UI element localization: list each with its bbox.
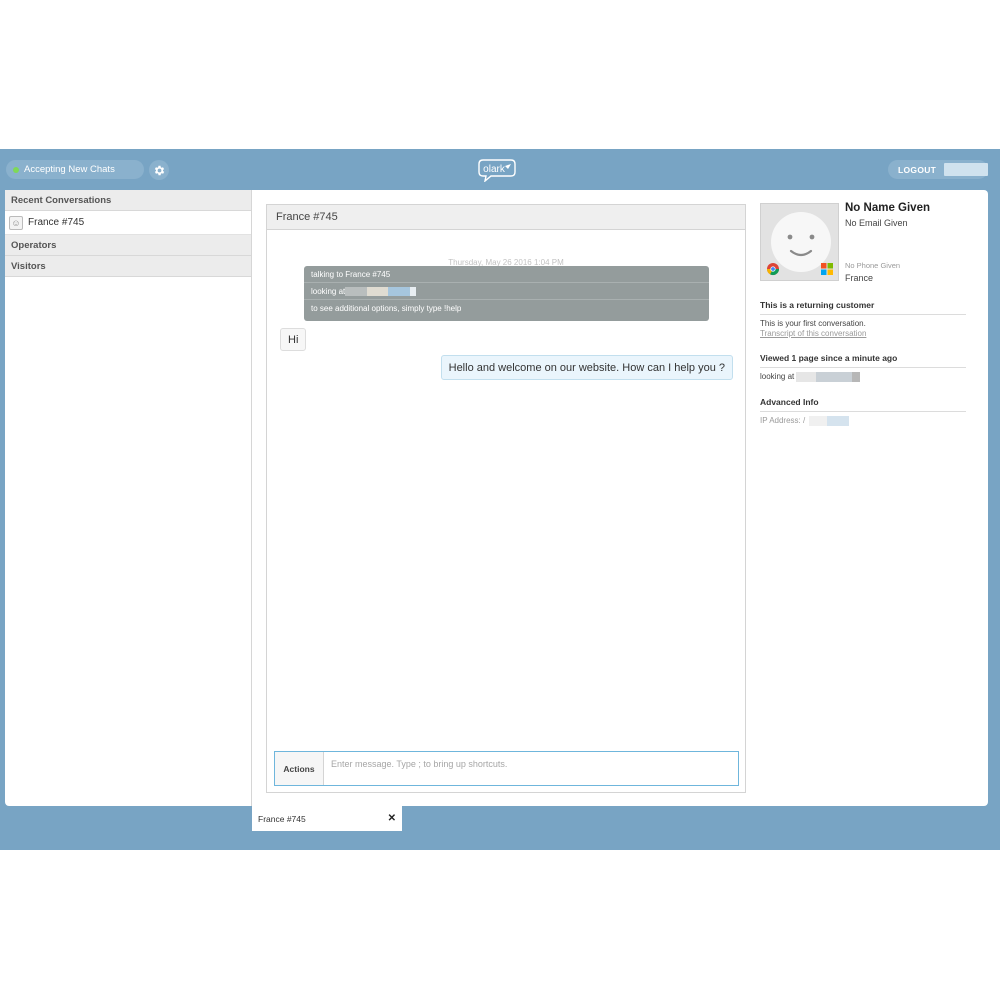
system-line-looking-at: looking at xyxy=(304,283,709,300)
looking-at-text: looking at xyxy=(311,286,346,296)
options-hint-text: to see additional options, simply type !… xyxy=(311,304,462,313)
redacted-ip xyxy=(827,416,850,426)
logout-label: LOGOUT xyxy=(898,164,937,175)
minimized-chat-tab[interactable]: France #745 ✕ xyxy=(252,806,402,831)
redacted-url xyxy=(388,286,411,296)
visitor-country: France xyxy=(845,273,874,283)
pages-viewed-section: Viewed 1 page since a minute ago looking… xyxy=(760,353,966,382)
status-label: Accepting New Chats xyxy=(24,164,115,175)
redacted-url xyxy=(345,286,368,296)
visitor-email: No Email Given xyxy=(845,218,908,228)
chat-title: France #745 xyxy=(267,205,745,230)
incoming-message: Hi xyxy=(280,328,307,351)
first-conversation-text: This is your first conversation. xyxy=(760,319,866,328)
outgoing-message: Hello and welcome on our website. How ca… xyxy=(440,355,733,380)
system-line-talking-to: talking to France #745 xyxy=(304,266,709,283)
advanced-info-section: Advanced Info IP Address: / xyxy=(760,397,966,426)
system-info-block: talking to France #745 looking at to see… xyxy=(304,266,709,321)
chrome-browser-icon xyxy=(767,263,779,276)
actions-button[interactable]: Actions xyxy=(275,752,324,785)
sidebar-item-conversation[interactable]: ☺ France #745 xyxy=(5,211,251,235)
sidebar-header-operators[interactable]: Operators xyxy=(5,235,251,256)
status-toggle[interactable]: Accepting New Chats xyxy=(6,160,144,179)
olark-logo: olark xyxy=(477,158,517,183)
logo-text: olark xyxy=(483,164,506,175)
redacted-url xyxy=(410,286,417,296)
sidebar: Recent Conversations ☺ France #745 Opera… xyxy=(5,190,252,806)
redacted-url xyxy=(796,372,817,382)
logout-button[interactable]: LOGOUT xyxy=(888,160,988,179)
redacted-url xyxy=(852,372,861,382)
talking-to-text: talking to France #745 xyxy=(311,269,391,279)
message-input[interactable] xyxy=(324,757,738,771)
smiley-avatar-icon: ☺ xyxy=(9,215,23,230)
visitor-name: No Name Given xyxy=(845,202,930,214)
conversation-label: France #745 xyxy=(28,217,85,228)
chat-tab-label: France #745 xyxy=(258,813,306,824)
sidebar-header-recent-conversations[interactable]: Recent Conversations xyxy=(5,190,251,211)
main-panel: Recent Conversations ☺ France #745 Opera… xyxy=(5,190,988,806)
close-icon[interactable]: ✕ xyxy=(388,813,396,824)
looking-at-label: looking at xyxy=(760,372,795,382)
returning-customer-section: This is a returning customer This is you… xyxy=(760,300,966,339)
sidebar-header-visitors[interactable]: Visitors xyxy=(5,256,251,277)
transcript-link[interactable]: Transcript of this conversation xyxy=(760,329,966,339)
looking-at-row: looking at xyxy=(760,372,966,382)
message-composer: Actions xyxy=(274,751,739,786)
system-line-options: to see additional options, simply type !… xyxy=(304,300,709,317)
chat-window: France #745 Thursday, May 26 2016 1:04 P… xyxy=(266,204,746,793)
redacted-url xyxy=(367,286,389,296)
ip-address-row: IP Address: / xyxy=(760,416,966,426)
settings-button[interactable] xyxy=(149,160,169,180)
visitor-phone: No Phone Given xyxy=(845,261,901,270)
returning-customer-title: This is a returning customer xyxy=(760,300,966,315)
gear-icon xyxy=(154,165,164,175)
advanced-info-title: Advanced Info xyxy=(760,397,966,412)
olark-app: Accepting New Chats olark LOGOUT Recent … xyxy=(0,149,1000,850)
speech-bubble-logo-icon: olark xyxy=(478,159,516,183)
redacted-operator-name xyxy=(944,163,988,176)
ip-address-label: IP Address: / xyxy=(760,416,806,426)
redacted-ip xyxy=(809,416,828,426)
pages-viewed-title: Viewed 1 page since a minute ago xyxy=(760,353,966,368)
online-status-dot xyxy=(13,166,19,173)
visitor-avatar xyxy=(760,203,839,281)
windows-os-icon xyxy=(821,263,833,275)
redacted-url xyxy=(816,372,853,382)
